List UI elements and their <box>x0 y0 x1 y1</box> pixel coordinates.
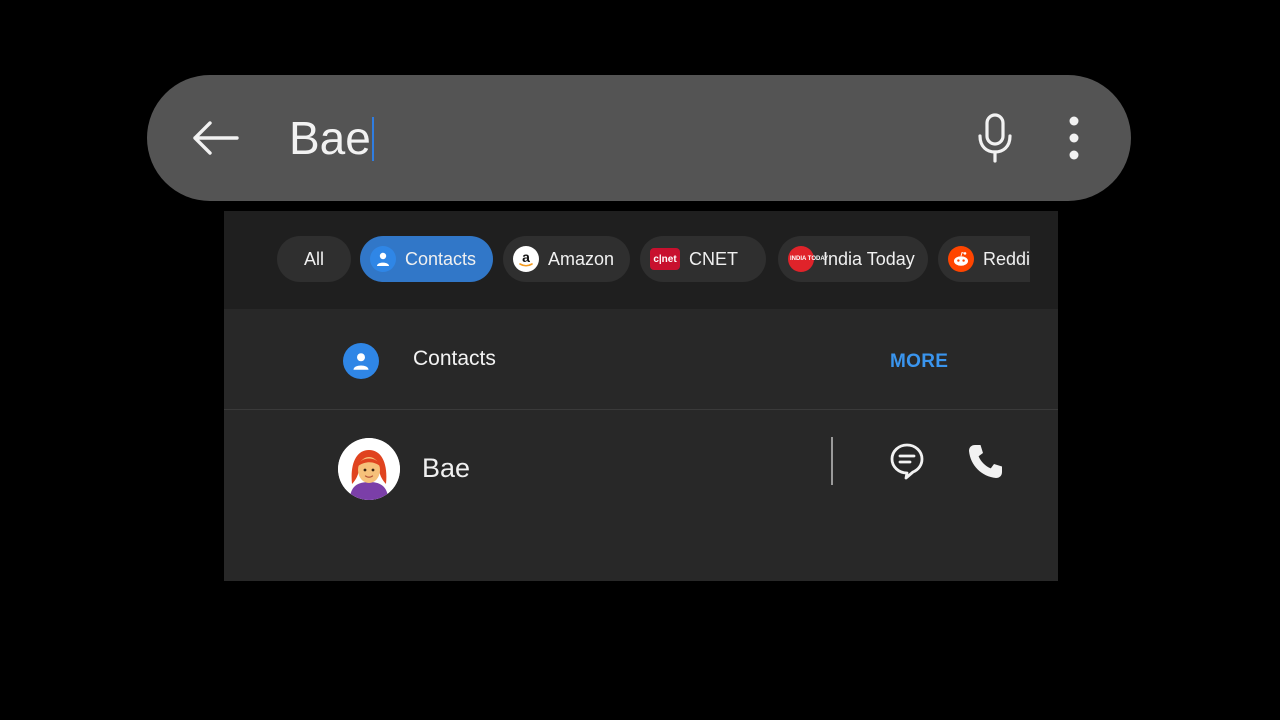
filter-strip-edge <box>1030 211 1058 309</box>
filter-chip-india-today[interactable]: INDIA TODAY India Today <box>778 236 928 282</box>
cnet-logo-icon: c|net <box>650 248 680 270</box>
microphone-icon <box>978 113 1012 163</box>
contacts-section-title: Contacts <box>413 347 496 370</box>
phone-icon <box>969 445 1002 478</box>
more-options-button[interactable] <box>1056 108 1092 168</box>
chip-label: Contacts <box>405 248 477 269</box>
chip-label: Amazon <box>548 248 615 269</box>
arrow-back-icon <box>193 121 239 155</box>
voice-search-button[interactable] <box>970 108 1020 168</box>
contact-name: Bae <box>422 453 471 483</box>
chip-label: Reddi <box>983 248 1031 269</box>
filter-chips: All Contacts a Amazon c|net CNET INDIA T… <box>224 211 1058 309</box>
avatar <box>338 438 400 500</box>
text-caret <box>371 116 374 161</box>
back-button[interactable] <box>184 108 246 168</box>
search-input[interactable]: Bae <box>289 106 374 170</box>
more-contacts-link[interactable]: MORE <box>890 351 948 373</box>
reddit-logo-icon <box>948 246 974 272</box>
more-vertical-icon <box>1069 116 1079 160</box>
results-panel: All Contacts a Amazon c|net CNET INDIA T… <box>224 211 1058 581</box>
person-icon <box>370 246 396 272</box>
filter-chip-cnet[interactable]: c|net CNET <box>640 236 766 282</box>
filter-chip-amazon[interactable]: a Amazon <box>503 236 630 282</box>
contacts-icon <box>343 343 379 379</box>
amazon-logo-icon: a <box>513 246 539 272</box>
svg-text:a: a <box>522 249 530 265</box>
india-today-logo-icon: INDIA TODAY <box>788 246 828 272</box>
call-button[interactable] <box>964 441 1006 483</box>
chip-label: CNET <box>689 248 738 269</box>
action-separator <box>831 437 833 485</box>
woman-red-hair-emoji-icon <box>338 438 400 500</box>
search-query-text: Bae <box>289 112 371 164</box>
filter-chip-all[interactable]: All <box>277 236 351 282</box>
message-icon <box>890 443 924 480</box>
message-button[interactable] <box>888 441 926 481</box>
chip-label: India Today <box>823 248 915 269</box>
filter-chip-contacts[interactable]: Contacts <box>360 236 493 282</box>
chip-label: All <box>303 248 324 269</box>
